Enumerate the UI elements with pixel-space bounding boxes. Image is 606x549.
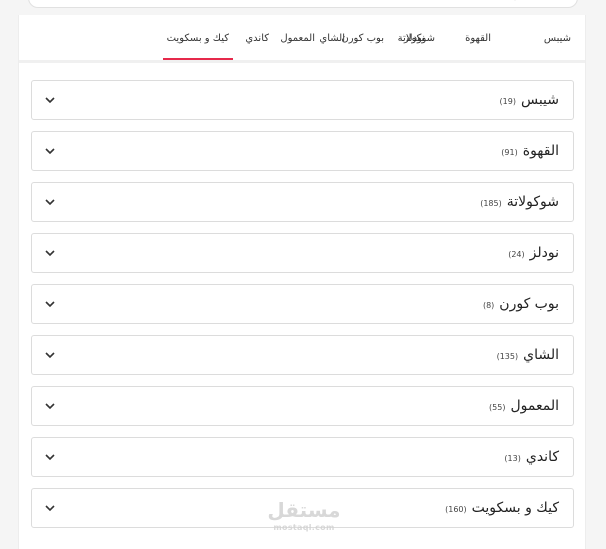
category-accordion: شيبس 19 القهوة 91 شوكولاتة 185 نودلز 24 بوب … — [31, 80, 574, 539]
accordion-item-chocolate[interactable]: شوكولاتة 185 — [31, 182, 574, 222]
accordion-item-popcorn[interactable]: بوب كورن 8 — [31, 284, 574, 324]
tab-cake-biscuits[interactable]: كيك و بسكويت — [162, 32, 234, 60]
tab-noodles[interactable]: نودلز — [404, 32, 425, 46]
chevron-down-icon — [45, 148, 55, 155]
tab-coffee[interactable]: القهوة — [465, 32, 491, 46]
watermark-latin: mostaql.com — [273, 523, 335, 532]
item-count: 13 — [504, 452, 520, 463]
item-count: 135 — [497, 350, 519, 361]
category-tabs: شيبس القهوة شوكولاتة نودلز بوب كورن الشا… — [19, 15, 585, 63]
item-count: 185 — [480, 197, 502, 208]
accordion-title: القهوة — [522, 143, 559, 159]
item-count: 55 — [489, 401, 505, 412]
accordion-item-chips[interactable]: شيبس 19 — [31, 80, 574, 120]
chevron-down-icon — [45, 505, 55, 512]
tab-candy[interactable]: كاندي — [245, 32, 269, 46]
search-icon: ⌕ — [515, 0, 519, 3]
accordion-title: شيبس — [520, 92, 559, 108]
item-count: 160 — [445, 503, 467, 514]
watermark-arabic: مستقل — [267, 498, 341, 522]
chevron-down-icon — [45, 199, 55, 206]
accordion-item-tea[interactable]: الشاي 135 — [31, 335, 574, 375]
chevron-down-icon — [45, 250, 55, 257]
accordion-title: الشاي — [523, 347, 559, 363]
watermark-logo: مستقل mostaql.com — [262, 497, 346, 541]
search-bar[interactable]: ⌕ — [28, 0, 578, 8]
item-count: 91 — [501, 146, 517, 157]
accordion-title: بوب كورن — [499, 296, 559, 312]
accordion-title: شوكولاتة — [506, 194, 559, 210]
tab-tea[interactable]: الشاي — [319, 32, 345, 46]
chevron-down-icon — [45, 403, 55, 410]
chevron-down-icon — [45, 97, 55, 104]
accordion-title: كاندي — [525, 449, 559, 465]
accordion-title: المعمول — [510, 398, 559, 414]
chevron-down-icon — [45, 454, 55, 461]
accordion-item-coffee[interactable]: القهوة 91 — [31, 131, 574, 171]
chevron-down-icon — [45, 301, 55, 308]
accordion-title: كيك و بسكويت — [471, 500, 559, 516]
item-count: 19 — [500, 95, 516, 106]
tab-popcorn[interactable]: بوب كورن — [341, 32, 384, 46]
accordion-title: نودلز — [529, 245, 559, 261]
item-count: 24 — [508, 248, 524, 259]
tab-chips[interactable]: شيبس — [544, 32, 571, 46]
accordion-item-maamoul[interactable]: المعمول 55 — [31, 386, 574, 426]
category-panel: شيبس القهوة شوكولاتة نودلز بوب كورن الشا… — [18, 15, 586, 549]
chevron-down-icon — [45, 352, 55, 359]
tab-maamoul[interactable]: المعمول — [280, 32, 315, 46]
accordion-item-candy[interactable]: كاندي 13 — [31, 437, 574, 477]
accordion-item-noodles[interactable]: نودلز 24 — [31, 233, 574, 273]
item-count: 8 — [483, 299, 494, 310]
